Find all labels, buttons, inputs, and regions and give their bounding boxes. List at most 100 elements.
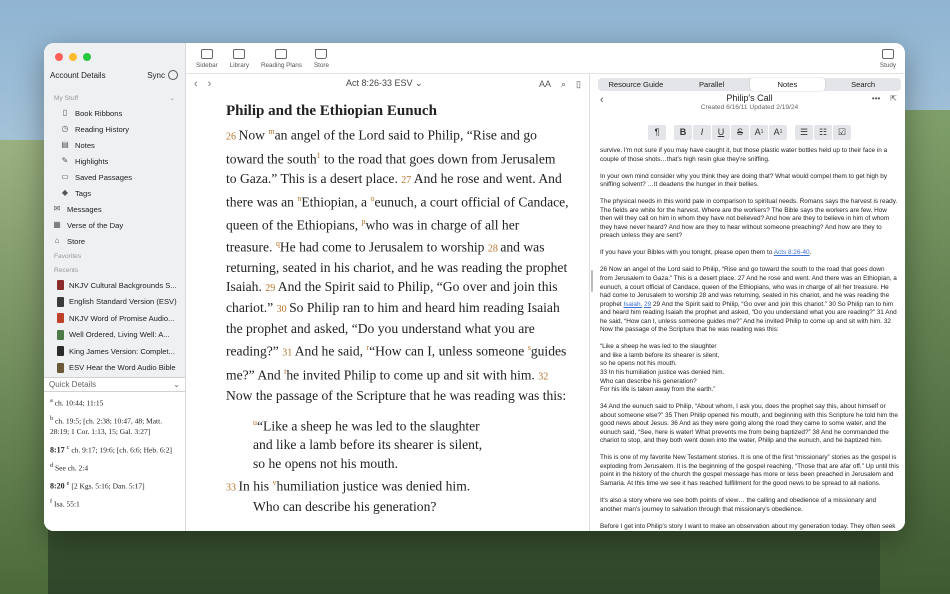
- format-toolbar: ¶ B I U S A1 A1 ☰ ☷ ☑: [594, 123, 905, 141]
- scripture-link[interactable]: Isaiah.: [623, 301, 642, 308]
- recent-item[interactable]: ESV Hear the Word Audio Bible: [44, 360, 185, 377]
- sidebar-item-verse-of-the-day[interactable]: ▦ Verse of the Day: [44, 217, 185, 233]
- my-stuff-header[interactable]: My Stuff ⌄: [44, 91, 185, 105]
- recent-item[interactable]: English Standard Version (ESV): [44, 294, 185, 311]
- quick-details-header[interactable]: Quick Details ⌄: [44, 377, 185, 392]
- reading-plans-button-label: Reading Plans: [260, 62, 302, 69]
- favorites-header[interactable]: Favorites: [44, 249, 185, 263]
- checklist-icon[interactable]: ☑: [833, 124, 851, 140]
- chevron-down-icon: ⌄: [173, 380, 180, 389]
- recent-item-label: Well Ordered, Living Well: A...: [69, 330, 170, 340]
- verse-text: so he opens not his mouth.: [253, 456, 398, 472]
- verse-number[interactable]: 31: [282, 347, 295, 358]
- scripture-link[interactable]: Acts 8:26-40: [774, 249, 810, 256]
- verse-number[interactable]: 29: [265, 283, 278, 294]
- sidebar-item-label: Reading History: [75, 124, 130, 134]
- verse-number: 8:17: [50, 445, 67, 454]
- panel-tabs: Resource Guide Parallel Notes Search: [598, 78, 901, 91]
- sync-button[interactable]: Sync: [147, 70, 178, 80]
- note-body[interactable]: survive. I'm not sure if you may have ca…: [594, 141, 905, 531]
- quick-detail-entry[interactable]: 8:20 e [2 Kgs. 5:16; Dan. 5:17]: [50, 479, 179, 492]
- recent-item-label: English Standard Version (ESV): [69, 297, 177, 307]
- store-button[interactable]: Store: [314, 49, 329, 69]
- underline-button[interactable]: U: [712, 124, 730, 140]
- forward-arrow-icon[interactable]: ›: [208, 78, 212, 90]
- recent-item-label: NKJV Word of Promise Audio...: [69, 313, 175, 323]
- bullet-list-icon[interactable]: ☰: [795, 124, 813, 140]
- verse-number[interactable]: 30: [277, 304, 290, 315]
- splitter-handle[interactable]: [591, 270, 593, 292]
- bold-button[interactable]: B: [674, 124, 692, 140]
- note-paragraph: 26 Now an angel of the Lord said to Phil…: [600, 266, 897, 334]
- quick-detail-entry[interactable]: b ch. 19:5; [ch. 2:38; 10:47, 48; Matt. …: [50, 414, 179, 438]
- sidebar-item-label: Tags: [75, 188, 92, 198]
- study-button[interactable]: Study: [880, 49, 896, 69]
- strikethrough-button[interactable]: S: [731, 124, 749, 140]
- verse-number[interactable]: 26: [226, 132, 239, 143]
- sidebar-item-book-ribbons[interactable]: ▯ Book Ribbons: [44, 105, 185, 121]
- poetry-line: 33 In his vhumiliation justice was denie…: [226, 474, 569, 498]
- verse-text: “How can I, unless someone: [369, 343, 528, 359]
- italic-button[interactable]: I: [693, 124, 711, 140]
- subscript-button[interactable]: A1: [769, 124, 787, 140]
- recent-item[interactable]: NKJV Cultural Backgrounds S...: [44, 277, 185, 294]
- cross-reference-text: ch. 9:17; 19:6; [ch. 6:6; Heb. 6:2]: [69, 445, 172, 454]
- note-paragraph: If you have your Bibles with you tonight…: [600, 249, 812, 257]
- window-controls: [44, 43, 185, 63]
- book-cover-icon: [57, 362, 64, 373]
- library-button[interactable]: Library: [230, 49, 249, 69]
- recent-item[interactable]: NKJV Word of Promise Audio...: [44, 310, 185, 327]
- quick-details-label: Quick Details: [49, 380, 97, 389]
- sidebar-item-messages[interactable]: ✉ Messages: [44, 201, 185, 217]
- minimize-button[interactable]: [69, 53, 77, 61]
- scripture-link[interactable]: 29: [644, 301, 651, 308]
- search-icon[interactable]: ⌕: [561, 79, 566, 90]
- text-size-button[interactable]: AA: [539, 79, 551, 90]
- sidebar-item-store[interactable]: ⌂ Store: [44, 233, 185, 249]
- close-button[interactable]: [55, 53, 63, 61]
- verse-number[interactable]: 28: [488, 244, 501, 255]
- note-title: Philip's Call: [726, 93, 773, 103]
- tab-resource-guide[interactable]: Resource Guide: [598, 78, 674, 91]
- sidebar-button[interactable]: Sidebar: [196, 49, 218, 69]
- tab-search[interactable]: Search: [825, 78, 901, 91]
- verse-text: Who can describe his generation?: [253, 499, 437, 515]
- verse-number: 8:20: [50, 481, 67, 490]
- account-details-link[interactable]: Account Details: [50, 71, 106, 80]
- sidebar-item-reading-history[interactable]: ◷ Reading History: [44, 121, 185, 137]
- sidebar-item-notes[interactable]: ▤ Notes: [44, 137, 185, 153]
- sidebar-item-label: Verse of the Day: [67, 220, 124, 230]
- verse-number[interactable]: 33: [226, 483, 239, 494]
- sidebar-item-tags[interactable]: ◆ Tags: [44, 185, 185, 201]
- scripture-paragraph: 26 Now man angel of the Lord said to Phi…: [226, 123, 569, 406]
- verse-number[interactable]: 27: [401, 175, 414, 186]
- pane-splitter[interactable]: [590, 74, 594, 531]
- superscript-button[interactable]: A1: [750, 124, 768, 140]
- verse-number[interactable]: 32: [538, 371, 548, 382]
- note-dates: Created 6/16/11 Updated 2/19/24: [700, 104, 799, 111]
- quick-detail-entry[interactable]: 8:17 c ch. 9:17; 19:6; [ch. 6:6; Heb. 6:…: [50, 443, 179, 456]
- numbered-list-icon[interactable]: ☷: [814, 124, 832, 140]
- back-arrow-icon[interactable]: ‹: [194, 78, 198, 90]
- quick-detail-entry[interactable]: f Isa. 55:1: [50, 497, 179, 510]
- recent-item[interactable]: Well Ordered, Living Well: A...: [44, 327, 185, 344]
- note-icon: ▤: [61, 140, 69, 149]
- study-button-label: Study: [879, 62, 896, 69]
- cross-reference-text: [2 Kgs. 5:16; Dan. 5:17]: [69, 481, 145, 490]
- quick-detail-entry[interactable]: d See ch. 2:4: [50, 461, 179, 474]
- reading-plans-button[interactable]: Reading Plans: [261, 49, 302, 69]
- bookmark-icon[interactable]: ▯: [576, 79, 581, 90]
- tab-notes[interactable]: Notes: [749, 78, 826, 91]
- sync-label: Sync: [147, 70, 165, 80]
- passage-selector[interactable]: Act 8:26-33 ESV ⌄: [346, 78, 423, 89]
- book-cover-icon: [57, 346, 64, 357]
- main-area: Sidebar Library Reading Plans Store Stud…: [186, 43, 905, 531]
- sidebar-item-highlights[interactable]: ✎ Highlights: [44, 153, 185, 169]
- paragraph-icon[interactable]: ¶: [648, 124, 666, 140]
- recent-item[interactable]: King James Version: Complet...: [44, 343, 185, 360]
- tab-parallel[interactable]: Parallel: [674, 78, 750, 91]
- zoom-button[interactable]: [83, 53, 91, 61]
- recents-header[interactable]: Recents: [44, 263, 185, 277]
- quick-detail-entry[interactable]: a ch. 10:44; 11:15: [50, 396, 179, 409]
- sidebar-item-saved-passages[interactable]: ▭ Saved Passages: [44, 169, 185, 185]
